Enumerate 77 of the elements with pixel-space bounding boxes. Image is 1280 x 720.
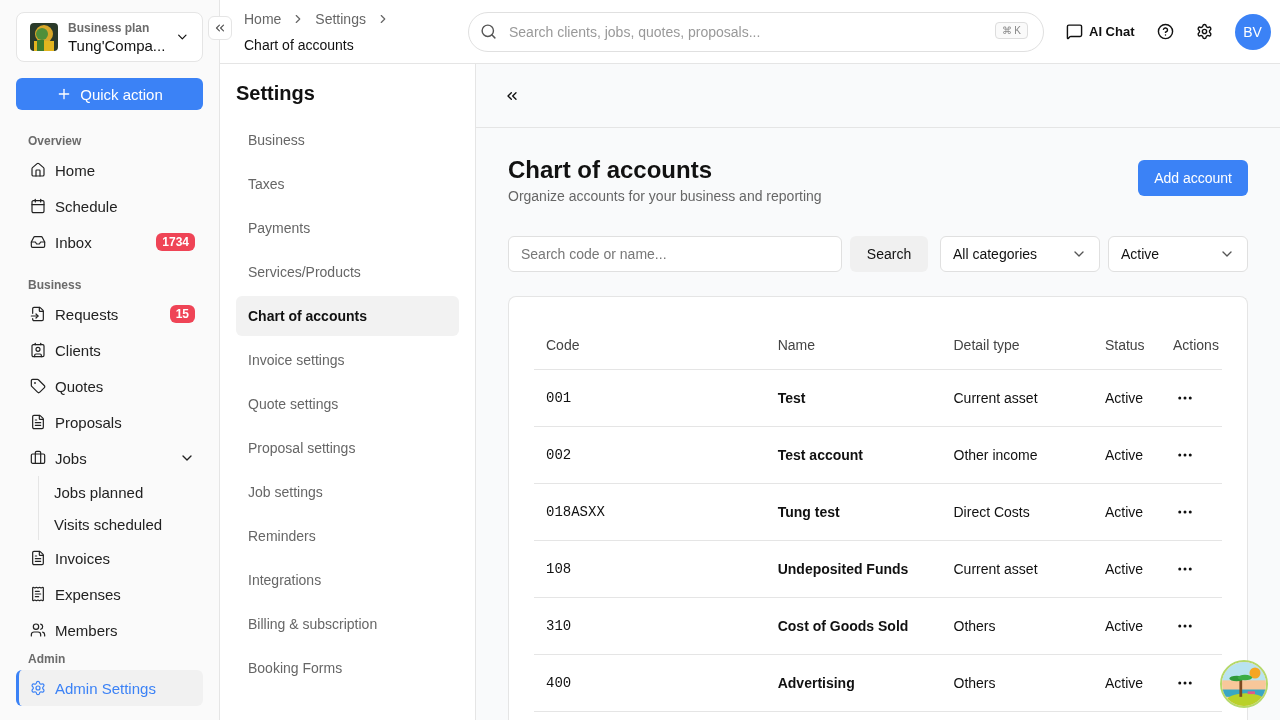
company-switcher[interactable]: Business plan Tung'Compa... — [16, 12, 203, 62]
settings-nav-item[interactable]: Quote settings — [236, 384, 459, 424]
settings-nav-item[interactable]: Invoice settings — [236, 340, 459, 380]
detail-type-cell: Direct Costs — [941, 483, 1093, 540]
code-cell: 108 — [534, 540, 766, 597]
detail-type-cell: Others — [941, 597, 1093, 654]
status-cell: Active — [1092, 540, 1161, 597]
name-cell: Test — [765, 369, 942, 426]
code-cell: 400 — [534, 654, 766, 711]
sidebar-item[interactable]: Schedule — [16, 188, 203, 224]
status-cell: Active — [1092, 483, 1161, 540]
count-badge: 1734 — [156, 233, 195, 251]
status-cell: Active — [1092, 597, 1161, 654]
name-cell: Undeposited Funds — [765, 540, 942, 597]
settings-nav-item[interactable]: Services/Products — [236, 252, 459, 292]
count-badge: 15 — [169, 305, 195, 323]
page-title: Chart of accounts — [508, 156, 714, 184]
ai-chat-button[interactable]: AI Chat — [1066, 23, 1135, 40]
code-cell: 310 — [534, 597, 766, 654]
sidebar-item[interactable]: Clients — [16, 332, 203, 368]
breadcrumb-link[interactable]: Chart of accounts — [244, 36, 354, 53]
section-heading: Business — [27, 277, 83, 294]
search-button[interactable]: Search — [850, 236, 928, 272]
name-cell: Advertising — [765, 654, 942, 711]
sidebar-item[interactable]: Members — [16, 612, 203, 648]
status-cell: Active — [1092, 426, 1161, 483]
name-cell: Tung test — [765, 483, 942, 540]
sidebar-item[interactable]: Expenses — [16, 576, 203, 612]
sidebar-item[interactable]: Inbox 1734 — [16, 224, 203, 260]
plan-label: Business plan — [68, 20, 151, 35]
sidebar-subitem[interactable]: Jobs planned — [39, 476, 203, 508]
code-cell: 002 — [534, 426, 766, 483]
category-select[interactable]: All categories — [940, 236, 1100, 272]
breadcrumb-link[interactable]: Home — [244, 10, 282, 27]
settings-nav-item[interactable]: Chart of accounts — [236, 296, 459, 336]
page-subtitle: Organize accounts for your business and reporting — [508, 188, 822, 204]
quick-action-button[interactable]: Quick action — [16, 78, 203, 110]
settings-nav-item[interactable]: Payments — [236, 208, 459, 248]
sidebar-item[interactable]: Home — [16, 152, 203, 188]
settings-nav-item[interactable]: Integrations — [236, 560, 459, 600]
sidebar-item[interactable]: Quotes — [16, 368, 203, 404]
sidebar-subitem[interactable]: Visits scheduled — [39, 508, 203, 540]
settings-nav-item[interactable]: Proposal settings — [236, 428, 459, 468]
status-cell: Active — [1092, 654, 1161, 711]
settings-nav-item[interactable]: Business — [236, 120, 459, 160]
sidebar-item[interactable]: Proposals — [16, 404, 203, 440]
name-cell: Test account — [765, 426, 942, 483]
column-header: Code — [534, 321, 766, 369]
status-cell: Active — [1092, 369, 1161, 426]
settings-nav-item[interactable]: Taxes — [236, 164, 459, 204]
section-heading: Admin — [27, 651, 67, 668]
detail-type-cell: Current asset — [941, 369, 1093, 426]
add-account-button[interactable]: Add account — [1138, 160, 1248, 196]
status-select[interactable]: Active — [1108, 236, 1248, 272]
section-heading: Overview — [27, 133, 83, 150]
detail-type-cell: Others — [941, 654, 1093, 711]
sidebar-item[interactable]: Jobs — [16, 440, 203, 476]
company-name: Tung'Compa... — [68, 36, 166, 54]
column-header: Status — [1092, 321, 1161, 369]
settings-title: Settings — [236, 82, 316, 106]
settings-nav-item[interactable]: Reminders — [236, 516, 459, 556]
settings-nav-item[interactable]: Booking Forms — [236, 648, 459, 688]
name-cell: Cost of Goods Sold — [765, 597, 942, 654]
code-cell: 001 — [534, 369, 766, 426]
detail-type-cell: Current asset — [941, 540, 1093, 597]
search-field[interactable]: Search code or name... — [508, 236, 842, 272]
breadcrumb-link[interactable]: Settings — [315, 10, 366, 27]
sidebar-item[interactable]: Requests 15 — [16, 296, 203, 332]
column-header: Actions — [1161, 321, 1222, 369]
settings-nav-item[interactable]: Job settings — [236, 472, 459, 512]
column-header: Name — [765, 321, 942, 369]
detail-type-cell: Other income — [941, 426, 1093, 483]
column-header: Detail type — [941, 321, 1093, 369]
user-avatar[interactable]: BV — [1234, 13, 1271, 50]
sidebar-item[interactable]: Invoices — [16, 540, 203, 576]
code-cell: 018ASXX — [534, 483, 766, 540]
settings-nav-item[interactable]: Billing & subscription — [236, 604, 459, 644]
